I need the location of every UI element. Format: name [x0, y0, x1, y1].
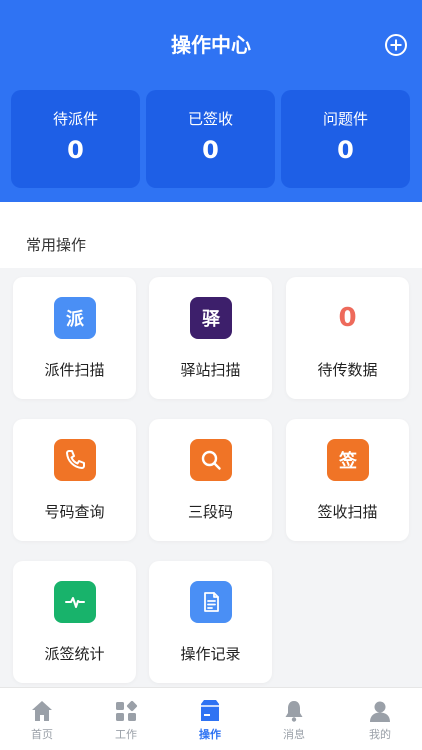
apps-icon [116, 700, 138, 721]
card-label: 待传数据 [317, 361, 378, 379]
stat-value: 0 [67, 136, 84, 164]
pulse-icon [54, 581, 96, 623]
stat-signed[interactable]: 已签收 0 [146, 90, 275, 188]
stat-value: 0 [337, 136, 354, 164]
card-number-lookup[interactable]: 号码查询 [13, 419, 136, 541]
stat-label: 待派件 [52, 110, 98, 128]
search-icon [190, 439, 232, 481]
tab-label: 我的 [369, 728, 391, 741]
station-scan-icon: 驿 [190, 297, 232, 339]
card-operation-records[interactable]: 操作记录 [149, 561, 272, 683]
card-three-segment-code[interactable]: 三段码 [149, 419, 272, 541]
page-title: 操作中心 [171, 33, 251, 57]
tab-profile[interactable]: 我的 [338, 698, 422, 742]
tab-home[interactable]: 首页 [0, 698, 84, 742]
card-label: 三段码 [187, 503, 233, 521]
card-dispatch-scan[interactable]: 派 派件扫描 [13, 277, 136, 399]
stat-label: 已签收 [187, 110, 233, 128]
tab-label: 操作 [199, 728, 221, 741]
stat-value: 0 [202, 136, 219, 164]
tab-messages[interactable]: 消息 [252, 698, 336, 742]
card-station-scan[interactable]: 驿 驿站扫描 [149, 277, 272, 399]
card-label: 驿站扫描 [180, 361, 241, 379]
tab-label: 消息 [283, 728, 305, 741]
plus-circle-icon[interactable] [385, 34, 407, 56]
document-icon [190, 581, 232, 623]
stat-label: 问题件 [322, 110, 368, 128]
stat-problem-items[interactable]: 问题件 0 [281, 90, 410, 188]
pending-upload-count: 0 [338, 303, 357, 333]
card-label: 签收扫描 [317, 503, 378, 521]
dispatch-scan-icon: 派 [54, 297, 96, 339]
card-label: 派签统计 [44, 645, 105, 663]
card-sign-scan[interactable]: 签 签收扫描 [286, 419, 409, 541]
stat-pending-dispatch[interactable]: 待派件 0 [11, 90, 140, 188]
home-icon [32, 701, 52, 721]
header: 操作中心 待派件 0 已签收 0 问题件 0 [0, 0, 422, 202]
tab-work[interactable]: 工作 [84, 698, 168, 742]
card-label: 操作记录 [180, 645, 241, 663]
box-icon [201, 700, 219, 721]
phone-icon [54, 439, 96, 481]
card-label: 派件扫描 [44, 361, 105, 379]
card-pending-upload[interactable]: 0 待传数据 [286, 277, 409, 399]
tab-label: 首页 [31, 728, 53, 741]
card-dispatch-statistics[interactable]: 派签统计 [13, 561, 136, 683]
card-label: 号码查询 [44, 503, 105, 521]
tab-operations[interactable]: 操作 [168, 698, 252, 742]
bottom-tab-bar: 首页 工作 操作 消息 我的 [0, 687, 422, 750]
user-icon [370, 701, 390, 722]
section-header: 常用操作 [0, 202, 422, 268]
bell-icon [285, 701, 303, 722]
tab-label: 工作 [115, 728, 137, 741]
main-content: 常用操作 派 派件扫描 驿 驿站扫描 0 待传数据 号码查询 三段码 签 签收扫… [0, 202, 422, 687]
section-title: 常用操作 [26, 236, 87, 254]
sign-scan-icon: 签 [327, 439, 369, 481]
